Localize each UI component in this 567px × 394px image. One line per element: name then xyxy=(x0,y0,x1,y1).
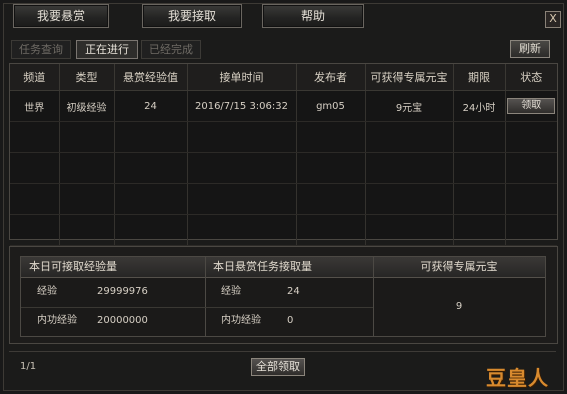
stats-grid: 本日可接取经验量 本日悬赏任务接取量 可获得专属元宝 经验 29999976 内… xyxy=(20,256,546,337)
table-header: 频道 类型 悬赏经验值 接单时间 发布者 可获得专属元宝 期限 状态 xyxy=(10,64,557,91)
bounty-exp-label: 经验 xyxy=(221,286,241,297)
cell-channel: 世界 xyxy=(10,90,60,122)
claim-button[interactable]: 领取 xyxy=(507,98,556,114)
bounty-inner-label: 内功经验 xyxy=(221,315,261,326)
daily-inner-value: 20000000 xyxy=(97,315,148,326)
yuanbao-header: 可获得专属元宝 xyxy=(373,257,545,278)
cell-type: 初级经验 xyxy=(59,90,115,122)
table-row xyxy=(10,214,557,246)
daily-exp-value: 29999976 xyxy=(97,286,148,297)
cell-publisher: gm05 xyxy=(296,90,366,122)
col-type: 类型 xyxy=(59,64,115,91)
post-bounty-button[interactable]: 我要悬赏 xyxy=(13,4,109,28)
bounty-exp-value: 24 xyxy=(287,286,300,297)
col-deadline: 期限 xyxy=(453,64,506,91)
tab-in-progress[interactable]: 正在进行 xyxy=(76,40,138,59)
cell-status: 领取 xyxy=(505,90,557,122)
tab-completed[interactable]: 已经完成 xyxy=(141,40,201,59)
task-table: 频道 类型 悬赏经验值 接单时间 发布者 可获得专属元宝 期限 状态 世界 初级… xyxy=(9,63,558,246)
daily-inner-label: 内功经验 xyxy=(37,315,77,326)
footer-divider xyxy=(9,351,556,352)
tab-task-query[interactable]: 任务查询 xyxy=(11,40,71,59)
stats-panel: 本日可接取经验量 本日悬赏任务接取量 可获得专属元宝 经验 29999976 内… xyxy=(9,246,558,344)
daily-exp-header: 本日可接取经验量 xyxy=(21,257,212,278)
cell-time: 2016/7/15 3:06:32 xyxy=(187,90,297,122)
col-channel: 频道 xyxy=(10,64,60,91)
page-indicator: 1/1 xyxy=(20,361,37,372)
col-time: 接单时间 xyxy=(187,64,297,91)
col-reward: 可获得专属元宝 xyxy=(365,64,454,91)
col-status: 状态 xyxy=(505,64,557,91)
bounty-count-header: 本日悬赏任务接取量 xyxy=(205,257,380,278)
yuanbao-value: 9 xyxy=(455,301,463,312)
col-exp: 悬赏经验值 xyxy=(114,64,188,91)
claim-all-button[interactable]: 全部领取 xyxy=(251,358,305,376)
help-button[interactable]: 帮助 xyxy=(262,4,364,28)
refresh-button[interactable]: 刷新 xyxy=(510,40,550,58)
table-row xyxy=(10,152,557,184)
watermark: 豆皇人 xyxy=(486,366,549,390)
daily-exp-label: 经验 xyxy=(37,286,57,297)
accept-bounty-button[interactable]: 我要接取 xyxy=(142,4,242,28)
table-row xyxy=(10,121,557,153)
close-icon[interactable]: X xyxy=(545,11,561,28)
table-row xyxy=(10,183,557,215)
cell-reward: 9元宝 xyxy=(365,90,454,122)
table-row[interactable]: 世界 初级经验 24 2016/7/15 3:06:32 gm05 9元宝 24… xyxy=(10,90,557,122)
cell-deadline: 24小时 xyxy=(453,90,506,122)
bounty-inner-value: 0 xyxy=(287,315,294,326)
cell-exp: 24 xyxy=(114,90,188,122)
col-publisher: 发布者 xyxy=(296,64,366,91)
